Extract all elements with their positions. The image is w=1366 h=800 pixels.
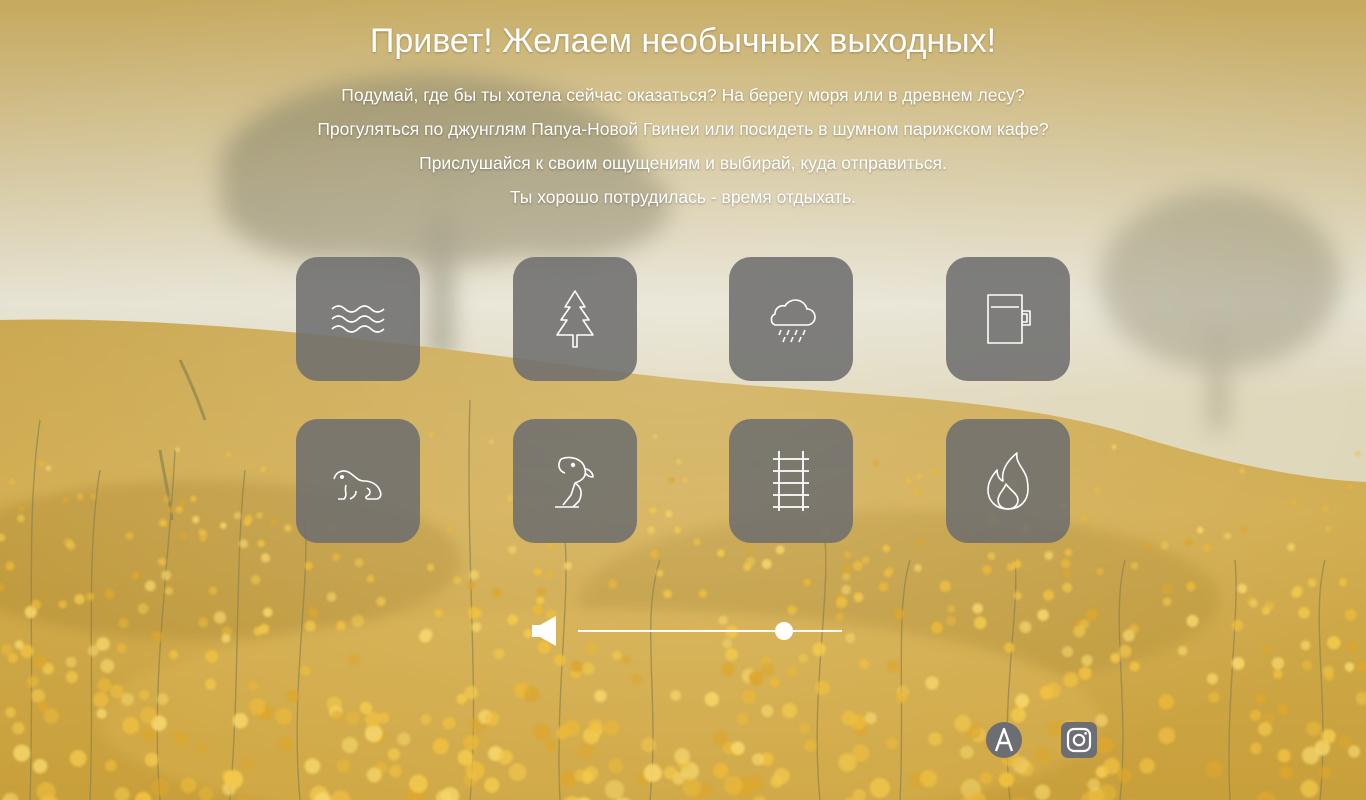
coffee-mug-icon <box>986 294 1031 344</box>
speaker-icon <box>532 616 556 646</box>
page-title: Привет! Желаем необычных выходных! <box>369 22 997 60</box>
a-logo-icon <box>986 722 1022 758</box>
parrot-icon <box>554 456 594 508</box>
fire-icon <box>986 452 1029 510</box>
sound-tile-frogs[interactable] <box>296 419 420 543</box>
sound-tile-fire[interactable] <box>945 419 1070 543</box>
pine-tree-icon <box>555 290 594 348</box>
frog-icon <box>333 470 382 500</box>
rain-cloud-icon <box>770 299 816 343</box>
sound-tile-rain[interactable] <box>729 257 853 381</box>
sound-tile-sea[interactable] <box>296 257 420 381</box>
intro-line: Прогуляться по джунглям Папуа-Новой Гвин… <box>317 119 1049 139</box>
intro-line: Подумай, где бы ты хотела сейчас оказать… <box>341 85 1025 105</box>
author-link-button[interactable] <box>985 721 1023 759</box>
sound-tile-forest[interactable] <box>512 257 637 381</box>
volume-slider-track[interactable] <box>578 630 842 632</box>
intro-text: Подумай, где бы ты хотела сейчас оказать… <box>0 78 1366 214</box>
volume-control <box>530 612 850 650</box>
social-links <box>985 721 1098 759</box>
sound-tile-cafe[interactable] <box>945 257 1070 381</box>
mute-button[interactable] <box>530 612 562 650</box>
page-content: Привет! Желаем необычных выходных! Подум… <box>0 0 1366 800</box>
railway-track-icon <box>773 451 809 511</box>
sound-grid <box>296 257 1071 543</box>
volume-slider-thumb[interactable] <box>774 622 793 640</box>
intro-line: Прислушайся к своим ощущениям и выбирай,… <box>419 153 947 173</box>
intro-line: Ты хорошо потрудилась - время отдыхать. <box>509 187 857 207</box>
instagram-link-button[interactable] <box>1060 721 1098 759</box>
sound-tile-train[interactable] <box>729 419 853 543</box>
waves-icon <box>331 305 385 333</box>
sound-tile-jungle[interactable] <box>512 419 637 543</box>
instagram-icon <box>1061 722 1097 758</box>
volume-slider[interactable] <box>578 621 842 641</box>
